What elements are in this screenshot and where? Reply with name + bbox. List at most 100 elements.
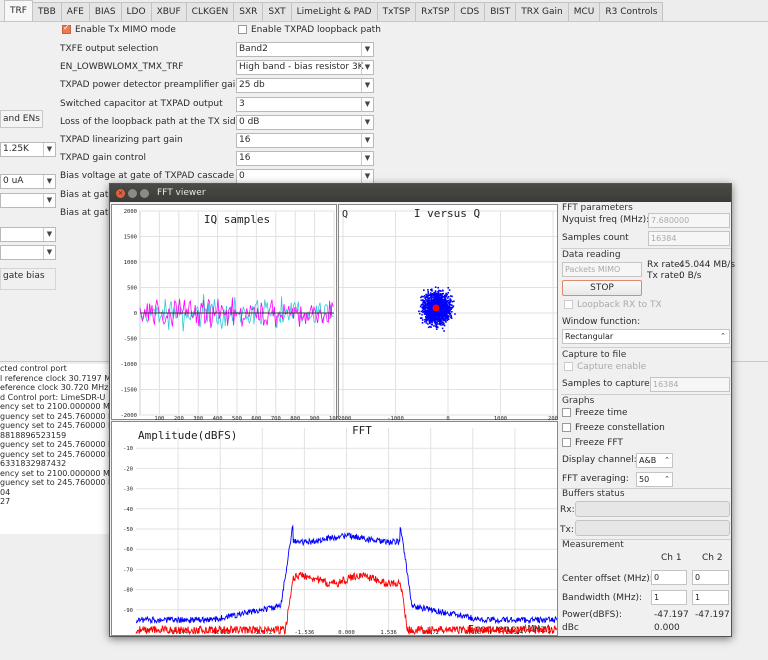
- iq-point: [446, 297, 449, 299]
- iq-point: [429, 294, 432, 296]
- tab-r3-controls[interactable]: R3 Controls: [599, 2, 664, 21]
- trf-row-label: Switched capacitor at TXPAD output: [60, 98, 223, 109]
- iq-point: [427, 290, 429, 293]
- log-line: cted control port: [0, 364, 67, 373]
- trf-row-combo[interactable]: 16 ▼: [236, 151, 374, 167]
- chevron-down-icon[interactable]: ▼: [43, 143, 55, 156]
- nyquist-label: Nyquist freq (MHz):: [562, 215, 650, 225]
- window-function-combo[interactable]: Rectangular ⌃: [562, 329, 730, 344]
- stop-button[interactable]: STOP: [562, 280, 642, 296]
- chevron-down-icon[interactable]: ▼: [361, 43, 373, 56]
- left-combo-2[interactable]: ▼: [0, 227, 56, 242]
- chevron-down-icon[interactable]: ▼: [361, 152, 373, 166]
- tab-rxtsp[interactable]: RxTSP: [415, 2, 456, 21]
- capture-enable-label: Capture enable: [577, 362, 647, 372]
- iq-point: [445, 294, 447, 296]
- center-offset-ch2-input[interactable]: 0: [692, 570, 729, 585]
- trf-row-combo[interactable]: 3 ▼: [236, 96, 374, 112]
- rx-rate-label: Rx rate:: [647, 260, 683, 270]
- tab-clkgen[interactable]: CLKGEN: [185, 2, 235, 21]
- enable-txpad-loopback-checkbox[interactable]: Enable TXPAD loopback path: [238, 25, 381, 35]
- enable-tx-mimo-checkbox[interactable]: Enable Tx MIMO mode: [62, 23, 176, 35]
- chevron-down-icon[interactable]: ▼: [361, 170, 373, 184]
- samples-to-capture-spinbox: 16384: [650, 377, 730, 392]
- tab-bist[interactable]: BIST: [484, 2, 517, 21]
- chevron-down-icon[interactable]: ▼: [43, 246, 55, 259]
- checkbox-mark[interactable]: [562, 438, 571, 447]
- checkbox-mark[interactable]: [62, 23, 71, 34]
- bandwidth-ch1-input[interactable]: 1: [651, 590, 687, 605]
- iq-point: [443, 309, 445, 312]
- capture-enable-checkbox[interactable]: Capture enable: [564, 362, 646, 372]
- trf-row-combo[interactable]: 0 dB ▼: [236, 114, 374, 130]
- center-offset-label: Center offset (MHz):: [562, 574, 653, 584]
- updown-icon: ⌃: [720, 332, 726, 340]
- chevron-down-icon[interactable]: ▼: [43, 228, 55, 241]
- left-combo-1[interactable]: ▼: [0, 193, 56, 208]
- tab-mcu[interactable]: MCU: [567, 2, 601, 21]
- current-combo[interactable]: 0 uA ▼: [0, 174, 56, 189]
- loopback-checkbox[interactable]: Loopback RX to TX: [564, 300, 662, 310]
- and-ens-button[interactable]: and ENs: [0, 110, 43, 128]
- iq-point: [454, 313, 456, 315]
- enable-tx-mimo-label: Enable Tx MIMO mode: [75, 25, 176, 35]
- iq-point: [426, 302, 428, 304]
- freeze-fft-label: Freeze FFT: [575, 438, 623, 448]
- iq-point: [426, 295, 428, 297]
- bandwidth-ch2-input[interactable]: 1: [692, 590, 729, 605]
- iq-point: [423, 311, 425, 313]
- fft-averaging-label: FFT averaging:: [562, 474, 629, 484]
- chevron-down-icon[interactable]: ▼: [361, 115, 373, 129]
- iq-point: [432, 318, 434, 321]
- tab-sxt[interactable]: SXT: [262, 2, 292, 21]
- trf-row-combo[interactable]: High band - bias resistor 3K ▼: [236, 60, 374, 76]
- checkbox-mark[interactable]: [238, 25, 247, 34]
- tab-bias[interactable]: BIAS: [88, 2, 122, 21]
- tab-trx-gain[interactable]: TRX Gain: [515, 2, 569, 21]
- iq-point: [423, 289, 425, 291]
- log-line: l reference clock 30.7197 M: [0, 373, 110, 383]
- center-offset-ch1-input[interactable]: 0: [651, 570, 687, 585]
- iq-point: [428, 310, 431, 313]
- freeze-time-checkbox[interactable]: Freeze time: [562, 408, 628, 418]
- iq-point: [428, 308, 431, 310]
- fft-averaging-spinbox[interactable]: 50 ⌃: [636, 472, 673, 487]
- maximize-icon[interactable]: [140, 188, 149, 198]
- iq-point: [443, 330, 445, 332]
- chevron-down-icon[interactable]: ▼: [361, 79, 373, 93]
- freeze-fft-checkbox[interactable]: Freeze FFT: [562, 438, 623, 448]
- trf-row-label: TXPAD gain control: [60, 153, 146, 164]
- tab-xbuf[interactable]: XBUF: [150, 2, 187, 21]
- iq-point: [435, 293, 438, 295]
- resistor-combo[interactable]: 1.25K ▼: [0, 142, 56, 157]
- display-channel-combo[interactable]: A&B ⌃: [636, 453, 673, 468]
- iq-point: [425, 298, 427, 301]
- chevron-down-icon[interactable]: ▼: [361, 97, 373, 111]
- tab-trf[interactable]: TRF: [4, 0, 33, 21]
- chevron-down-icon[interactable]: ▼: [43, 194, 55, 207]
- iq-samples-plot: 2000 1500 1000 500 0 -500 -1000 -1500 -2000 100 20…: [111, 204, 338, 421]
- tab-sxr[interactable]: SXR: [233, 2, 264, 21]
- trf-row-combo[interactable]: 16 ▼: [236, 133, 374, 148]
- checkbox-mark[interactable]: [564, 362, 573, 371]
- tab-limelight-pad[interactable]: LimeLight & PAD: [290, 2, 378, 21]
- trf-row-combo[interactable]: Band2 ▼: [236, 42, 374, 57]
- chevron-down-icon[interactable]: ▼: [43, 175, 55, 188]
- tab-txtsp[interactable]: TxTSP: [376, 2, 417, 21]
- checkbox-mark[interactable]: [562, 423, 571, 432]
- display-channel-label: Display channel:: [562, 455, 637, 465]
- left-combo-3[interactable]: ▼: [0, 245, 56, 260]
- tab-afe[interactable]: AFE: [60, 2, 90, 21]
- iq-point: [447, 308, 449, 310]
- close-icon[interactable]: ✕: [116, 188, 125, 198]
- checkbox-mark[interactable]: [562, 408, 571, 417]
- minimize-icon[interactable]: [128, 188, 137, 198]
- freeze-constellation-checkbox[interactable]: Freeze constellation: [562, 423, 665, 433]
- chevron-down-icon[interactable]: ▼: [361, 61, 373, 75]
- chevron-down-icon[interactable]: ▼: [361, 134, 373, 147]
- tab-tbb[interactable]: TBB: [31, 2, 62, 21]
- tab-ldo[interactable]: LDO: [120, 2, 152, 21]
- tab-cds[interactable]: CDS: [454, 2, 486, 21]
- trf-row-combo[interactable]: 25 db ▼: [236, 78, 374, 94]
- checkbox-mark[interactable]: [564, 300, 573, 309]
